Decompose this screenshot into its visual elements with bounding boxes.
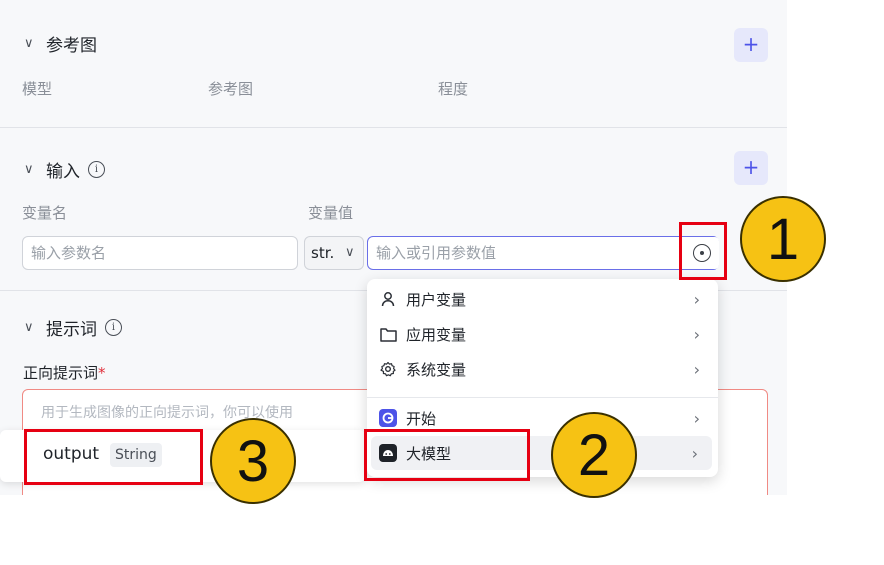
- annotation-badge-1: 1: [740, 196, 826, 282]
- info-icon[interactable]: i: [88, 161, 105, 178]
- input-section-header[interactable]: ∨ 输入 i: [24, 157, 105, 182]
- input-section-title: 输入: [46, 162, 80, 182]
- type-select[interactable]: str. ∨: [304, 236, 364, 270]
- chevron-right-icon: ›: [693, 289, 700, 309]
- chevron-down-icon: ∨: [345, 245, 355, 260]
- menu-item-user-variables[interactable]: 用户变量 ›: [367, 282, 718, 316]
- column-strength: 程度: [438, 80, 469, 98]
- prompt-section-title: 提示词: [46, 320, 97, 340]
- annotation-badge-3: 3: [210, 418, 296, 504]
- menu-divider: [367, 397, 718, 398]
- start-node-icon: [379, 409, 397, 427]
- type-select-value: str.: [311, 244, 335, 262]
- highlight-frame-1: [679, 222, 727, 280]
- column-variable-name: 变量名: [22, 204, 68, 222]
- menu-item-app-variables[interactable]: 应用变量 ›: [367, 317, 718, 351]
- gear-icon: [379, 360, 397, 378]
- reference-section-title: 参考图: [46, 36, 97, 56]
- annotation-badge-2: 2: [551, 412, 637, 498]
- add-input-button[interactable]: +: [734, 151, 768, 185]
- prompt-section-header[interactable]: ∨ 提示词 i: [24, 315, 122, 340]
- folder-icon: [379, 325, 397, 343]
- user-icon: [379, 290, 397, 308]
- chevron-down-icon[interactable]: ∨: [24, 36, 38, 51]
- chevron-down-icon[interactable]: ∨: [24, 162, 38, 177]
- chevron-right-icon: ›: [693, 324, 700, 344]
- chevron-right-icon: ›: [693, 359, 700, 379]
- param-name-input[interactable]: 输入参数名: [22, 236, 298, 270]
- reference-section-header[interactable]: ∨ 参考图: [24, 31, 97, 56]
- param-value-input[interactable]: 输入或引用参数值: [367, 236, 719, 270]
- add-reference-button[interactable]: +: [734, 28, 768, 62]
- required-mark: *: [98, 364, 106, 382]
- highlight-frame-2: [364, 429, 530, 481]
- chevron-down-icon[interactable]: ∨: [24, 320, 38, 335]
- chevron-right-icon: ›: [693, 408, 700, 428]
- positive-prompt-label: 正向提示词*: [23, 364, 106, 382]
- column-model: 模型: [22, 80, 53, 98]
- chevron-right-icon: ›: [691, 443, 698, 463]
- section-divider: [0, 127, 787, 128]
- menu-item-system-variables[interactable]: 系统变量 ›: [367, 352, 718, 386]
- column-variable-value: 变量值: [308, 204, 354, 222]
- column-reference-image: 参考图: [208, 80, 254, 98]
- info-icon[interactable]: i: [105, 319, 122, 336]
- highlight-frame-3: [24, 429, 203, 485]
